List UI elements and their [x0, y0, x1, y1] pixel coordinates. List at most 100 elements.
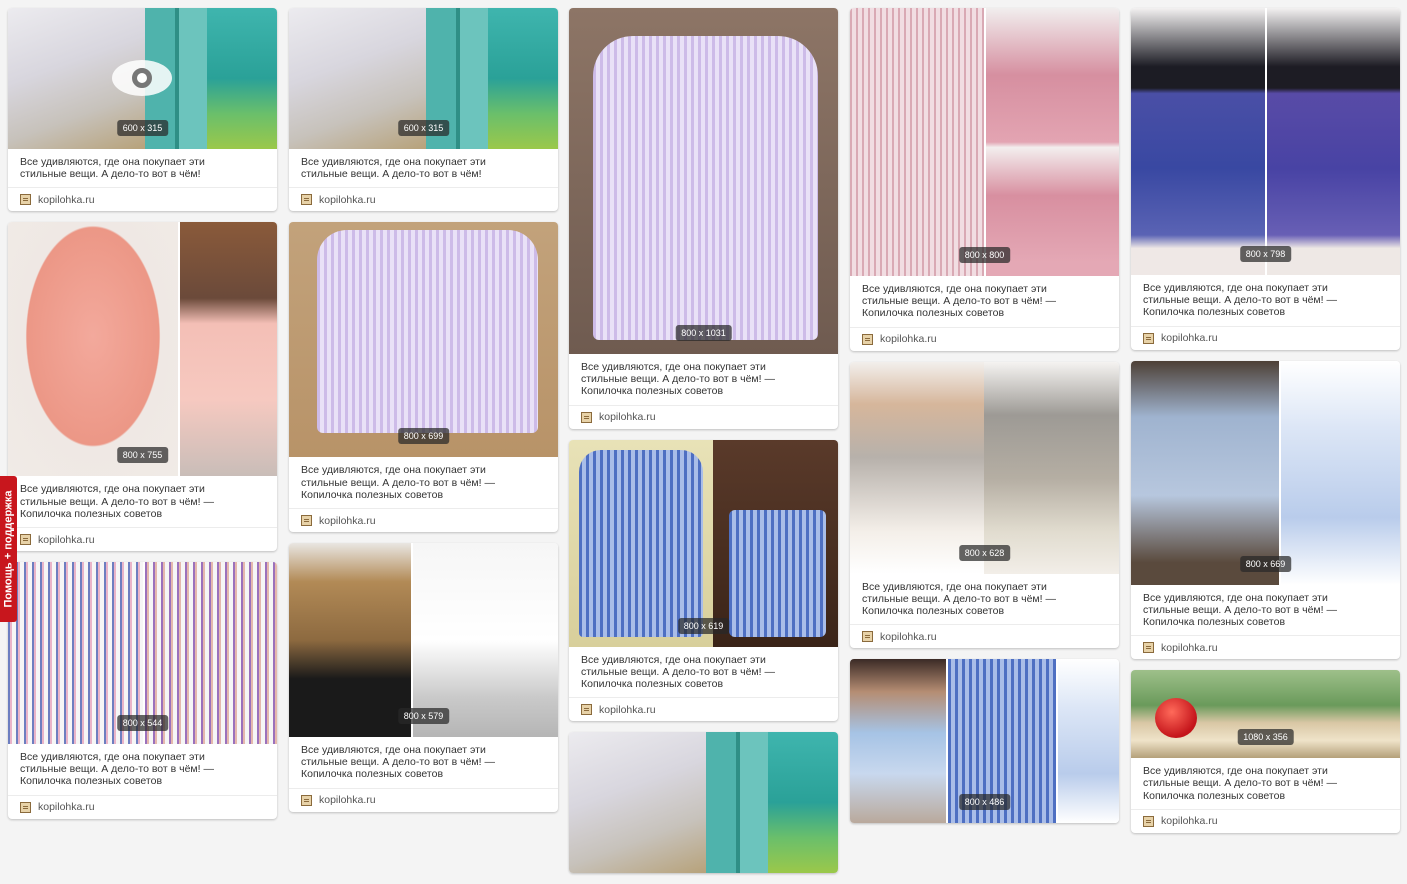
site-favicon-icon: [20, 534, 31, 546]
image-dimensions: 800 x 699: [397, 428, 450, 445]
result-source[interactable]: kopilohka.ru: [8, 794, 277, 819]
source-domain[interactable]: kopilohka.ru: [599, 704, 656, 716]
result-thumbnail[interactable]: 800 x 800: [850, 8, 1119, 276]
result-source[interactable]: kopilohka.ru: [289, 508, 558, 532]
help-support-tab[interactable]: Помощь + поддержка: [0, 476, 17, 622]
result-description: Все удивляются, где она покупает эти сти…: [862, 283, 1056, 320]
result-thumbnail[interactable]: 800 x 669: [1131, 360, 1400, 585]
result-thumbnail[interactable]: 800 x 699: [289, 222, 558, 458]
site-favicon-icon: [1143, 815, 1154, 827]
preview-eye-icon[interactable]: [112, 60, 172, 96]
image-dimensions: 800 x 579: [397, 708, 450, 725]
image-result-card[interactable]: 800 x 628 Все удивляются, где она покупа…: [850, 361, 1119, 649]
source-domain[interactable]: kopilohka.ru: [319, 194, 376, 206]
result-thumbnail[interactable]: 800 x 1031: [569, 8, 838, 354]
result-description: Все удивляются, где она покупает эти сти…: [301, 464, 495, 501]
image-dimensions: 800 x 800: [958, 247, 1011, 263]
site-favicon-icon: [20, 194, 31, 206]
results-column-2: 600 x 315 Все удивляются, где она покупа…: [289, 8, 558, 823]
result-description: Все удивляются, где она покупает эти сти…: [20, 483, 214, 520]
site-favicon-icon: [1143, 332, 1154, 344]
result-thumbnail[interactable]: 800 x 619: [569, 439, 838, 647]
image-result-card[interactable]: 800 x 1031 Все удивляются, где она покуп…: [569, 8, 838, 429]
source-domain[interactable]: kopilohka.ru: [319, 794, 376, 806]
result-source[interactable]: kopilohka.ru: [8, 527, 277, 551]
result-source[interactable]: kopilohka.ru: [1131, 325, 1400, 350]
result-thumbnail[interactable]: 800 x 544: [8, 562, 277, 745]
result-description: Все удивляются, где она покупает эти сти…: [581, 653, 775, 691]
site-favicon-icon: [1143, 642, 1154, 654]
result-description: Все удивляются, где она покупает эти сти…: [301, 156, 486, 181]
source-domain[interactable]: kopilohka.ru: [880, 333, 937, 345]
image-dimensions: 800 x 798: [1239, 246, 1292, 262]
source-domain[interactable]: kopilohka.ru: [1161, 815, 1218, 827]
site-favicon-icon: [581, 704, 592, 716]
source-domain[interactable]: kopilohka.ru: [880, 631, 937, 643]
result-source[interactable]: kopilohka.ru: [289, 187, 558, 211]
image-result-card[interactable]: 1080 x 356 Все удивляются, где она покуп…: [1131, 670, 1400, 833]
site-favicon-icon: [581, 411, 592, 423]
result-source[interactable]: kopilohka.ru: [569, 697, 838, 721]
image-result-card[interactable]: 800 x 669 Все удивляются, где она покупа…: [1131, 360, 1400, 660]
result-source[interactable]: kopilohka.ru: [569, 404, 838, 429]
source-domain[interactable]: kopilohka.ru: [599, 411, 656, 423]
result-source[interactable]: kopilohka.ru: [850, 624, 1119, 648]
image-result-card[interactable]: 800 x 798 Все удивляются, где она покупа…: [1131, 8, 1400, 350]
image-result-card[interactable]: 800 x 579 Все удивляются, где она покупа…: [289, 543, 558, 812]
image-dimensions: 600 x 315: [116, 120, 169, 136]
result-source[interactable]: kopilohka.ru: [1131, 635, 1400, 659]
results-column-1: 600 x 315 Все удивляются, где она покупа…: [8, 8, 277, 830]
result-source[interactable]: kopilohka.ru: [1131, 808, 1400, 833]
result-thumbnail[interactable]: 800 x 628: [850, 361, 1119, 574]
source-domain[interactable]: kopilohka.ru: [1161, 642, 1218, 654]
site-favicon-icon: [862, 631, 873, 643]
image-result-card[interactable]: [569, 732, 838, 874]
result-thumbnail[interactable]: 800 x 486: [850, 659, 1119, 824]
result-source[interactable]: kopilohka.ru: [8, 187, 277, 211]
image-dimensions: 800 x 1031: [675, 325, 732, 341]
source-domain[interactable]: kopilohka.ru: [38, 194, 95, 206]
result-description: Все удивляются, где она покупает эти сти…: [301, 744, 495, 781]
image-result-card[interactable]: 800 x 544 Все удивляются, где она покупа…: [8, 562, 277, 819]
results-column-4: 800 x 800 Все удивляются, где она покупа…: [850, 8, 1119, 834]
image-dimensions: 800 x 669: [1239, 555, 1292, 572]
source-domain[interactable]: kopilohka.ru: [38, 801, 95, 813]
results-column-5: 800 x 798 Все удивляются, где она покупа…: [1131, 8, 1400, 844]
result-thumbnail[interactable]: 800 x 798: [1131, 8, 1400, 275]
result-thumbnail[interactable]: 600 x 315: [289, 8, 558, 149]
result-description: Все удивляются, где она покупает эти сти…: [20, 156, 205, 181]
image-dimensions: 800 x 619: [677, 617, 730, 634]
source-domain[interactable]: kopilohka.ru: [38, 534, 95, 546]
image-result-card[interactable]: 800 x 486: [850, 659, 1119, 824]
site-favicon-icon: [301, 515, 312, 527]
site-favicon-icon: [301, 194, 312, 206]
image-dimensions: 600 x 315: [397, 120, 450, 136]
result-description: Все удивляются, где она покупает эти сти…: [1143, 591, 1337, 629]
result-source[interactable]: kopilohka.ru: [850, 326, 1119, 351]
result-description: Все удивляются, где она покупает эти сти…: [862, 580, 1056, 618]
image-result-card[interactable]: 800 x 619 Все удивляются, где она покупа…: [569, 439, 838, 722]
image-dimensions: 800 x 628: [958, 544, 1011, 561]
result-thumbnail[interactable]: 1080 x 356: [1131, 670, 1400, 759]
result-thumbnail[interactable]: [569, 732, 838, 874]
result-thumbnail[interactable]: 800 x 579: [289, 543, 558, 738]
image-result-card[interactable]: 800 x 800 Все удивляются, где она покупа…: [850, 8, 1119, 351]
result-source[interactable]: kopilohka.ru: [289, 787, 558, 812]
result-thumbnail[interactable]: 800 x 755: [8, 222, 277, 477]
result-thumbnail[interactable]: 600 x 315: [8, 8, 277, 149]
image-result-card[interactable]: 800 x 755 Все удивляются, где она покупа…: [8, 222, 277, 552]
site-favicon-icon: [301, 794, 312, 806]
source-domain[interactable]: kopilohka.ru: [319, 515, 376, 527]
image-dimensions: 1080 x 356: [1237, 729, 1294, 746]
result-description: Все удивляются, где она покупает эти сти…: [20, 751, 214, 788]
site-favicon-icon: [20, 801, 31, 813]
results-column-3: 800 x 1031 Все удивляются, где она покуп…: [569, 8, 838, 884]
help-support-label[interactable]: Помощь + поддержка: [3, 490, 15, 607]
result-description: Все удивляются, где она покупает эти сти…: [1143, 765, 1337, 802]
source-domain[interactable]: kopilohka.ru: [1161, 332, 1218, 344]
image-dimensions: 800 x 486: [958, 794, 1011, 811]
image-result-card[interactable]: 600 x 315 Все удивляются, где она покупа…: [8, 8, 277, 212]
site-favicon-icon: [862, 333, 873, 345]
image-result-card[interactable]: 600 x 315 Все удивляются, где она покупа…: [289, 8, 558, 212]
image-result-card[interactable]: 800 x 699 Все удивляются, где она покупа…: [289, 222, 558, 533]
